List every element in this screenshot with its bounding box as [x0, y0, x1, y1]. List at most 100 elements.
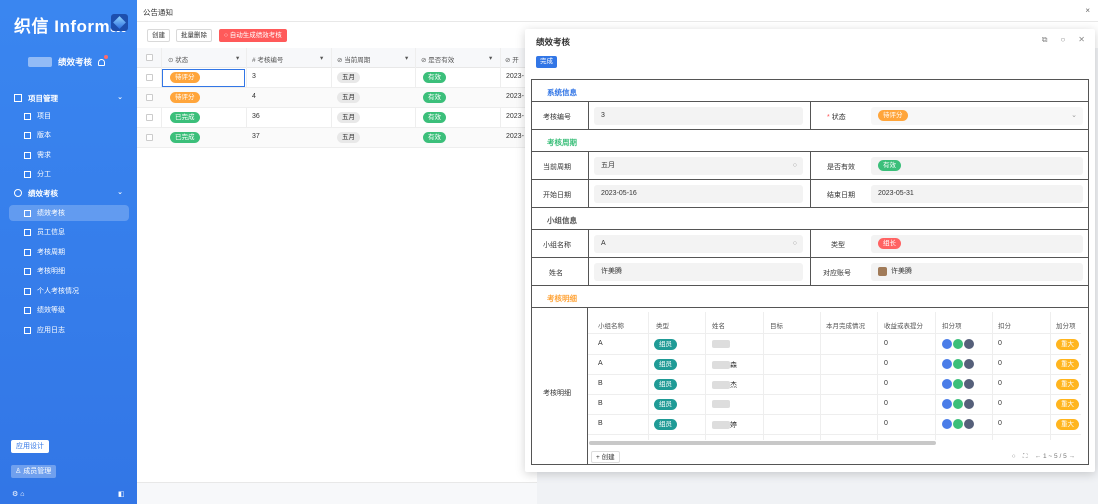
table-row[interactable]: 待评分 4 五月 有效 2023- [137, 88, 537, 108]
create-button[interactable]: 创建 [147, 29, 170, 42]
field-label: 类型 [831, 242, 845, 249]
modal-actions: ⧉ ○ ✕ [1042, 35, 1085, 45]
settings-icon[interactable]: ⚙ ⌂ [12, 490, 24, 498]
section-label: 系统信息 [547, 88, 577, 97]
member-mgmt-button[interactable]: ♙ 成员管理 [11, 465, 56, 478]
collapse-sidebar-icon[interactable]: ◧ [118, 490, 125, 498]
add-row-button[interactable]: + 创建 [591, 451, 620, 463]
nav-item-label: 版本 [37, 132, 51, 139]
start-date-field[interactable]: 2023-05-16 [594, 185, 803, 203]
select-all-checkbox[interactable] [146, 54, 153, 61]
sidebar-item-cycle[interactable]: 考核周期 [9, 244, 129, 260]
form-row: 开始日期 2023-05-16 结束日期 2023-05-31 [532, 180, 1088, 208]
nav-item-label: 个人考核情况 [37, 288, 79, 295]
field-label: 小组名称 [543, 242, 571, 249]
status-badge: 待评分 [878, 110, 908, 121]
subtable-row[interactable]: B 组员 婷 0 0 重大 [588, 415, 1081, 435]
field-label: 是否有效 [827, 164, 855, 171]
nav-group-performance[interactable]: 绩效考核 ⌄ [0, 185, 137, 201]
sidebar-item-detail[interactable]: 考核明细 [9, 263, 129, 279]
done-button[interactable]: 完成 [536, 56, 557, 68]
col-valid[interactable]: ⊘ 是否有效 [421, 54, 454, 64]
subtable-row[interactable]: A 组员 森 0 0 重大 [588, 355, 1081, 375]
subtable-row[interactable]: B 组员 0 0 重大 [588, 395, 1081, 415]
nav-group-project[interactable]: 项目管理 ⌄ [0, 90, 137, 106]
fullscreen-icon[interactable]: ⛶ [1023, 453, 1028, 460]
sidebar-item-project[interactable]: 项目 [9, 108, 129, 124]
col-status[interactable]: ⊙ 状态 [168, 54, 188, 64]
subtable-row[interactable]: B 组员 杰 0 0 重大 [588, 375, 1081, 395]
blurred-name [712, 381, 730, 390]
valid-badge: 有效 [423, 72, 446, 83]
sidebar-item-log[interactable]: 应用日志 [9, 322, 129, 338]
home-icon [14, 94, 22, 102]
account-field[interactable]: 许美腾 [871, 263, 1083, 281]
field-label: 结束日期 [827, 192, 855, 199]
end-date-field[interactable]: 2023-05-31 [871, 185, 1083, 203]
horizontal-scrollbar[interactable] [589, 441, 936, 445]
auto-generate-button[interactable]: ○ 自动生成绩效考核 [219, 29, 287, 42]
app-design-button[interactable]: 应用设计 [11, 440, 49, 453]
pagination[interactable]: ○ ⛶ ← 1 ~ 5 / 5 → [1012, 453, 1075, 461]
settings-icon[interactable]: ○ [1060, 35, 1065, 45]
type-field[interactable]: 组长 [871, 235, 1083, 253]
user-row[interactable]: 绩效考核 [28, 54, 128, 69]
id-field[interactable]: 3 [594, 107, 803, 125]
valid-field[interactable]: 有效 [871, 157, 1083, 175]
field-label: 开始日期 [543, 192, 571, 199]
subtable-row[interactable]: A 组员 0 0 重大 [588, 335, 1081, 355]
name-field[interactable]: 许美腾 [594, 263, 803, 281]
sidebar-item-level[interactable]: 绩效等级 [9, 302, 129, 318]
chevron-down-icon: ⌄ [117, 94, 123, 101]
bonus-badge: 重大 [1056, 359, 1079, 370]
sidebar-item-performance[interactable]: 绩效考核 [9, 205, 129, 221]
table-icon [24, 267, 31, 275]
col-id[interactable]: # 考核编号 [252, 54, 283, 64]
type-badge: 组员 [654, 419, 677, 430]
search-icon[interactable]: ○ [793, 157, 797, 175]
sidebar-item-employee[interactable]: 员工信息 [9, 224, 129, 240]
period-field[interactable]: 五月 ○ [594, 157, 803, 175]
status-select[interactable]: 待评分 ⌄ [871, 107, 1083, 125]
row-checkbox[interactable] [146, 134, 153, 141]
col-start[interactable]: ⊘ 开 [505, 54, 519, 64]
form-row: 考核编号 3 * 状态 待评分 ⌄ [532, 102, 1088, 130]
nav-group-label: 绩效考核 [28, 188, 58, 198]
col-status-menu[interactable]: ▾ [236, 54, 239, 62]
row-checkbox[interactable] [146, 94, 153, 101]
close-icon[interactable]: ✕ [1078, 35, 1085, 45]
batch-delete-button[interactable]: 批量删除 [176, 29, 212, 42]
nav-item-label: 考核周期 [37, 249, 65, 256]
row-checkbox[interactable] [146, 114, 153, 121]
refresh-icon[interactable]: ○ [1012, 453, 1016, 460]
table-icon [24, 209, 31, 217]
sidebar-item-personal[interactable]: 个人考核情况 [9, 283, 129, 299]
table-icon [24, 326, 31, 334]
tab-announcement[interactable]: 公告通知 [143, 7, 173, 18]
nav-item-label: 绩效等级 [37, 307, 65, 314]
close-icon[interactable]: × [1085, 6, 1090, 15]
table-row[interactable]: 待评分 3 五月 有效 2023- [137, 68, 537, 88]
nav-item-label: 项目 [37, 113, 51, 120]
open-external-icon[interactable]: ⧉ [1042, 35, 1048, 45]
group-name-field[interactable]: A ○ [594, 235, 803, 253]
id-cell: 36 [252, 113, 260, 120]
app-logo: 织信 Informat [14, 17, 127, 36]
type-badge: 组员 [654, 339, 677, 350]
section-system: 系统信息 [532, 80, 1088, 102]
col-period[interactable]: ⊘ 当前周期 [337, 54, 370, 64]
start-cell: 2023- [506, 93, 524, 100]
chevron-down-icon: ⌄ [117, 189, 123, 196]
col-valid-menu[interactable]: ▾ [489, 54, 492, 62]
sidebar-item-requirement[interactable]: 需求 [9, 147, 129, 163]
start-cell: 2023- [506, 133, 524, 140]
table-row[interactable]: 已完成 36 五月 有效 2023- [137, 108, 537, 128]
sidebar-item-version[interactable]: 版本 [9, 127, 129, 143]
bell-icon[interactable] [98, 54, 109, 66]
search-icon[interactable]: ○ [793, 235, 797, 253]
table-row[interactable]: 已完成 37 五月 有效 2023- [137, 128, 537, 148]
row-checkbox[interactable] [146, 74, 153, 81]
col-period-menu[interactable]: ▾ [405, 54, 408, 62]
col-id-menu[interactable]: ▾ [320, 54, 323, 62]
sidebar-item-division[interactable]: 分工 [9, 166, 129, 182]
